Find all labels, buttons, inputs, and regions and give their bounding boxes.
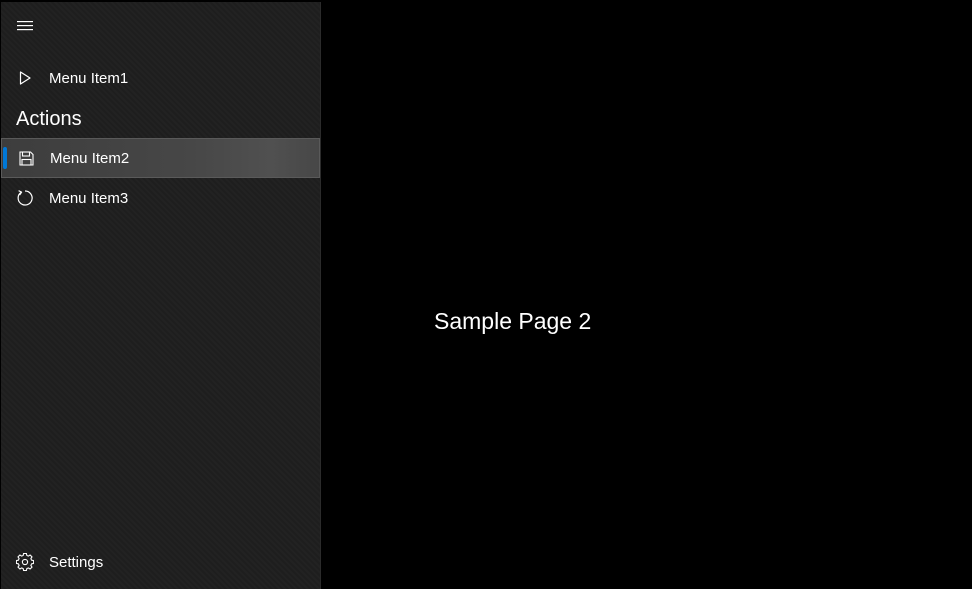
section-header-actions: Actions <box>16 108 82 130</box>
nav-item-menu-item1[interactable]: Menu Item1 <box>1 58 320 98</box>
save-icon <box>2 138 50 178</box>
app-window: Menu Item1 Actions Menu Item2 Menu Item3… <box>0 0 972 589</box>
navigation-pane: Menu Item1 Actions Menu Item2 Menu Item3… <box>1 2 321 589</box>
nav-item-menu-item3[interactable]: Menu Item3 <box>1 178 320 218</box>
nav-item-settings[interactable]: Settings <box>1 542 320 582</box>
refresh-icon <box>1 178 49 218</box>
nav-item-label: Menu Item3 <box>49 189 129 207</box>
page-title: Sample Page 2 <box>434 308 592 334</box>
gear-icon <box>1 542 49 582</box>
selection-indicator <box>3 147 7 169</box>
hamburger-button[interactable] <box>1 2 49 50</box>
nav-item-menu-item2[interactable]: Menu Item2 <box>1 138 320 178</box>
content-frame: Sample Page 2 <box>322 0 972 589</box>
hamburger-menu-icon <box>17 21 33 31</box>
play-icon <box>1 58 49 98</box>
nav-item-label: Menu Item2 <box>50 149 130 167</box>
nav-item-label: Settings <box>49 553 104 571</box>
nav-item-label: Menu Item1 <box>49 69 129 87</box>
